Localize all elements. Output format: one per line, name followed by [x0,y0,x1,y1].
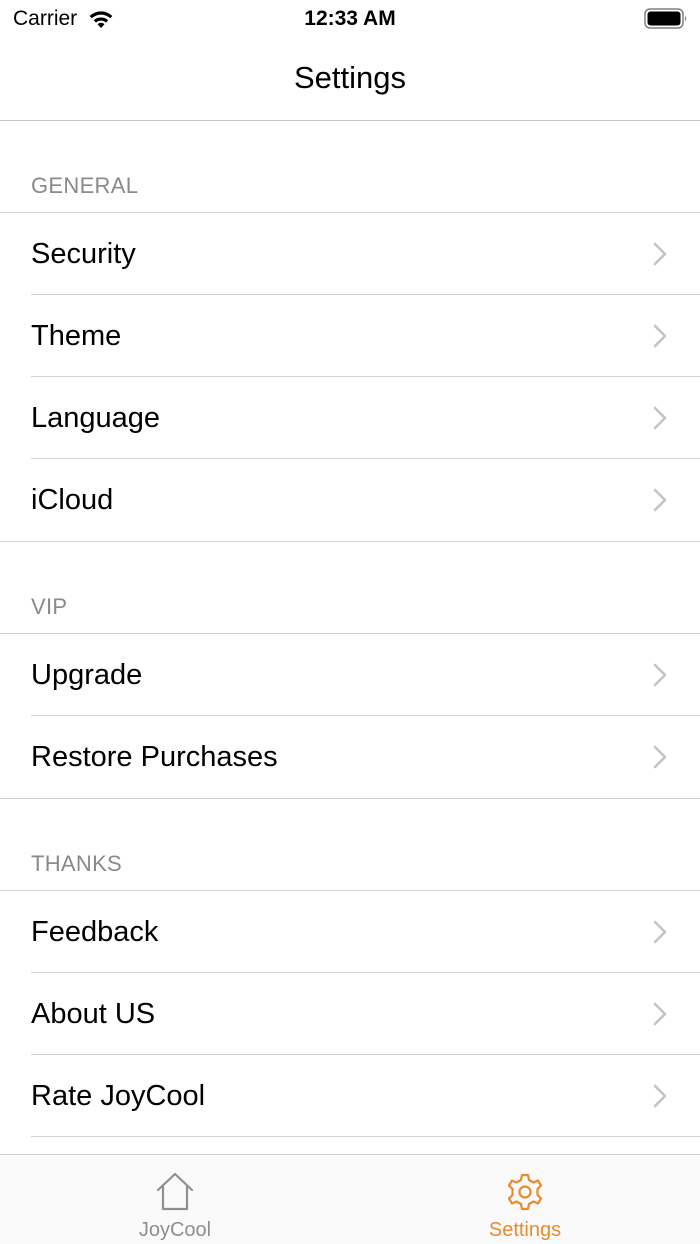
settings-row-security[interactable]: Security [0,213,700,295]
chevron-right-icon [653,745,667,769]
row-separator [31,1136,700,1138]
status-bar: Carrier 12:33 AM [0,0,700,40]
tab-settings[interactable]: Settings [350,1155,700,1244]
row-label: Upgrade [31,658,143,691]
row-label: Restore Purchases [31,740,278,773]
navigation-bar: Settings [0,40,700,121]
row-label: Theme [31,319,122,352]
section-header-vip: VIP [31,594,68,619]
row-label: About US [31,997,156,1030]
tab-joycool[interactable]: JoyCool [0,1155,350,1244]
settings-row-about-us[interactable]: About US [0,973,700,1055]
settings-row-restore-purchases[interactable]: Restore Purchases [0,716,700,798]
chevron-right-icon [653,1002,667,1026]
home-icon [156,1172,194,1211]
status-time: 12:33 AM [304,7,396,30]
chevron-right-icon [653,1084,667,1108]
section-header-general: GENERAL [31,173,139,198]
row-label: Security [31,237,136,270]
row-label: iCloud [31,483,114,516]
gear-icon [507,1173,543,1211]
page-title: Settings [293,60,406,95]
settings-row-theme[interactable]: Theme [0,295,700,377]
settings-row-feedback[interactable]: Feedback [0,891,700,973]
chevron-right-icon [653,663,667,687]
chevron-right-icon [653,324,667,348]
row-label: Rate JoyCool [31,1079,206,1112]
settings-group-general: Security Theme Language iCloud [0,212,700,542]
settings-group-vip: Upgrade Restore Purchases [0,633,700,799]
row-label: Language [31,401,161,434]
settings-row-language[interactable]: Language [0,377,700,459]
settings-row-icloud[interactable]: iCloud [0,459,700,541]
row-label: Feedback [31,915,159,948]
settings-group-thanks: Feedback About US Rate JoyCool [0,890,700,1137]
settings-row-upgrade[interactable]: Upgrade [0,634,700,716]
chevron-right-icon [653,488,667,512]
section-header-thanks: THANKS [31,851,123,876]
tab-bar: JoyCool Settings [0,1154,700,1244]
tab-label-joycool: JoyCool [138,1219,212,1241]
battery-icon [644,8,687,29]
settings-row-rate-joycool[interactable]: Rate JoyCool [0,1055,700,1137]
tab-label-settings: Settings [488,1219,562,1241]
chevron-right-icon [653,406,667,430]
chevron-right-icon [653,920,667,944]
chevron-right-icon [653,242,667,266]
